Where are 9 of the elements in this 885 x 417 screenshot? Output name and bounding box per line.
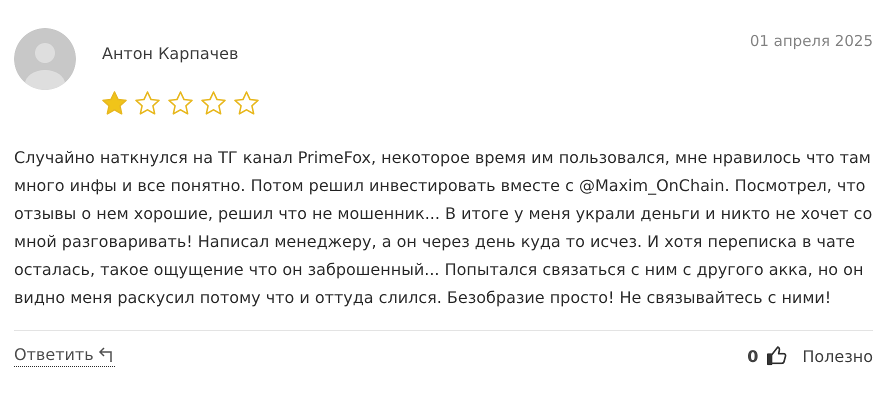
avatar-icon	[14, 28, 76, 90]
helpful-label[interactable]: Полезно	[802, 346, 873, 366]
author-name: Антон Карпачев	[102, 44, 240, 63]
review-text: Случайно наткнулся на ТГ канал PrimeFox, некоторое время им пользовался, мне нравилось что там много инфы и все понятно. Потом решил инвестировать вместе с @Maxim_OnChain. Посмотрел, что отзывы о нем хорошие, решил что не мошенник... В итоге у меня украли деньги и никто не хочет со мной разговаривать! Написал менеджеру, а он через день куда то исчез. И хотя переписка в чате осталась, такое ощущение что он заброшенный... Попытался связаться с ним с другого акка, но он видно меня раскусил потому что и оттуда слился. Безобразие просто! Не связывайтесь с ними!	[14, 147, 874, 309]
reply-arrow-icon	[96, 346, 115, 362]
review-date: 01 апреля 2025	[750, 32, 873, 50]
thumbs-up-icon[interactable]	[766, 345, 788, 367]
helpful-count: 0	[747, 346, 758, 366]
reply-link[interactable]: Ответить	[14, 345, 115, 367]
